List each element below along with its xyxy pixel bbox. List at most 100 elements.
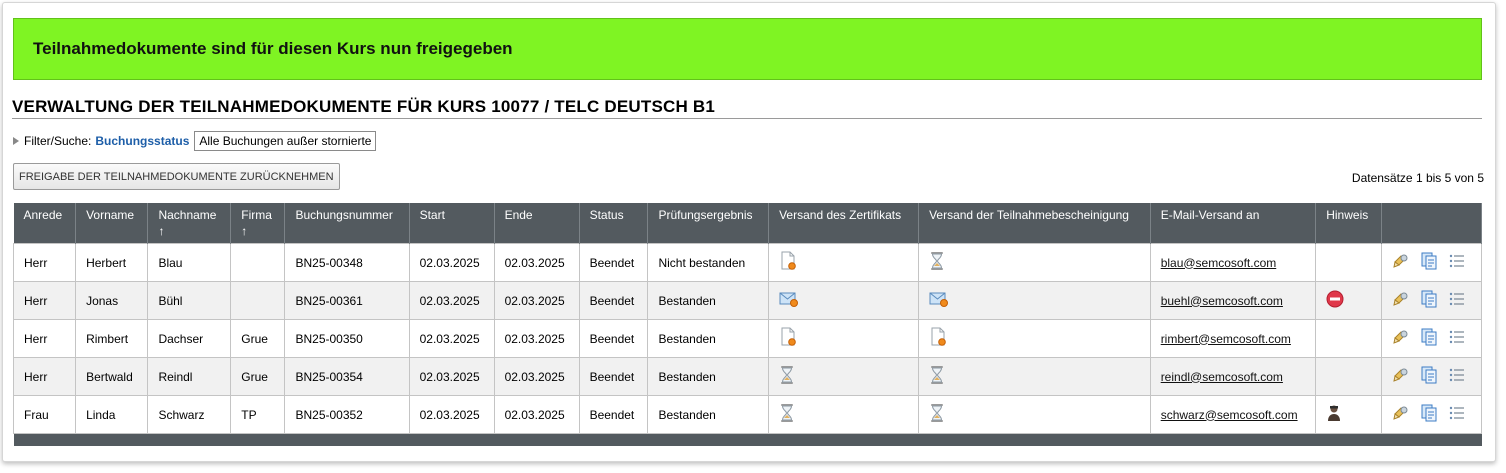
cell-note [1315, 357, 1383, 396]
email-link[interactable]: reindl@semcosoft.com [1161, 370, 1283, 384]
email-link[interactable]: buehl@semcosoft.com [1161, 294, 1283, 308]
cell-ergebnis: Nicht bestanden [647, 243, 770, 282]
column-header-11[interactable]: E-Mail-Versand an [1150, 203, 1317, 244]
copy-document-icon[interactable] [1420, 252, 1438, 273]
column-header-1[interactable]: Vorname [75, 203, 149, 244]
column-header-12[interactable]: Hinweis [1315, 203, 1383, 244]
cell-vorname: Linda [75, 395, 149, 434]
list-icon[interactable] [1448, 252, 1466, 273]
cell-anrede: Frau [12, 395, 77, 434]
cell-nachname: Dachser [147, 319, 232, 358]
hourglass-icon[interactable] [779, 403, 795, 426]
cell-nachname: Bühl [147, 281, 232, 320]
column-header-4[interactable]: Buchungsnummer [284, 203, 410, 244]
cell-start: 02.03.2025 [408, 281, 495, 320]
edit-icon[interactable] [1392, 366, 1410, 387]
stop-icon[interactable] [1326, 290, 1344, 311]
hourglass-icon[interactable] [929, 365, 945, 388]
cell-note [1315, 281, 1383, 320]
column-header-13 [1381, 203, 1482, 244]
cell-note [1315, 395, 1383, 434]
banner-text: Teilnahmedokumente sind für diesen Kurs … [33, 39, 513, 58]
email-link[interactable]: rimbert@semcosoft.com [1161, 332, 1291, 346]
cell-email: schwarz@semcosoft.com [1149, 395, 1317, 434]
column-header-2[interactable]: Nachname ↑ [147, 203, 232, 244]
cell-ergebnis: Bestanden [647, 319, 770, 358]
hourglass-icon[interactable] [929, 251, 945, 274]
cell-note [1315, 243, 1383, 282]
cell-vorname: Jonas [75, 281, 149, 320]
copy-document-icon[interactable] [1420, 328, 1438, 349]
cell-ergebnis: Bestanden [647, 357, 770, 396]
sort-arrow-icon[interactable]: ↑ [158, 224, 220, 238]
mail-sent-icon[interactable] [779, 290, 799, 311]
table-header-row: Anrede Vorname Nachname ↑ Firma ↑ Buchungsnumm… [13, 203, 1482, 244]
document-pending-icon[interactable] [779, 327, 797, 350]
cell-status: Beendet [578, 281, 649, 320]
copy-document-icon[interactable] [1420, 290, 1438, 311]
person-icon[interactable] [1326, 404, 1342, 425]
cell-firma: Grue [230, 357, 286, 396]
email-link[interactable]: schwarz@semcosoft.com [1161, 408, 1298, 422]
hourglass-icon[interactable] [929, 403, 945, 426]
release-notice-banner: Teilnahmedokumente sind für diesen Kurs … [13, 18, 1482, 80]
cell-note [1315, 319, 1383, 358]
cell-actions [1381, 395, 1482, 434]
cell-certificate-dispatch [768, 357, 920, 396]
table-row: Frau Linda Schwarz TP BN25-00352 02.03.2025 02… [12, 395, 1482, 434]
cell-status: Beendet [578, 243, 649, 282]
column-header-9[interactable]: Versand des Zertifikats [768, 203, 920, 244]
column-header-7[interactable]: Status [579, 203, 649, 244]
table-row: Herr Rimbert Dachser Grue BN25-00350 02.03.20… [12, 319, 1482, 358]
cell-firma: TP [230, 395, 286, 434]
copy-document-icon[interactable] [1420, 404, 1438, 425]
column-header-label: Vorname [86, 208, 135, 222]
edit-icon[interactable] [1392, 404, 1410, 425]
table-footer-bar [13, 433, 1482, 446]
cell-nachname: Reindl [147, 357, 232, 396]
mail-sent-icon[interactable] [929, 290, 949, 311]
column-header-0[interactable]: Anrede [13, 203, 77, 244]
cell-firma [230, 281, 286, 320]
document-pending-icon[interactable] [779, 251, 797, 274]
table-row: Herr Jonas Bühl BN25-00361 02.03.2025 02.03.2… [12, 281, 1482, 320]
column-header-5[interactable]: Start [409, 203, 495, 244]
column-header-label: Status [589, 208, 624, 222]
column-header-8[interactable]: Prüfungsergebnis [647, 203, 770, 244]
edit-icon[interactable] [1392, 252, 1410, 273]
copy-document-icon[interactable] [1420, 366, 1438, 387]
cell-status: Beendet [578, 319, 649, 358]
cell-start: 02.03.2025 [408, 395, 495, 434]
cell-start: 02.03.2025 [408, 243, 495, 282]
list-icon[interactable] [1448, 404, 1466, 425]
records-info: Datensätze 1 bis 5 von 5 [1351, 171, 1484, 185]
cell-vorname: Bertwald [75, 357, 149, 396]
filter-key-link[interactable]: Buchungsstatus [95, 134, 189, 148]
column-header-3[interactable]: Firma ↑ [230, 203, 286, 244]
filter-value-box[interactable]: Alle Buchungen außer stornierte [194, 131, 377, 151]
cell-ende: 02.03.2025 [493, 357, 580, 396]
cell-actions [1381, 281, 1482, 320]
expand-triangle-icon[interactable] [13, 137, 19, 145]
cell-status: Beendet [578, 395, 649, 434]
list-icon[interactable] [1448, 366, 1466, 387]
document-pending-icon[interactable] [929, 327, 947, 350]
cell-buchungsnummer: BN25-00361 [284, 281, 410, 320]
list-icon[interactable] [1448, 290, 1466, 311]
cell-anrede: Herr [12, 281, 77, 320]
cell-email: buehl@semcosoft.com [1149, 281, 1317, 320]
edit-icon[interactable] [1392, 328, 1410, 349]
column-header-10[interactable]: Versand der Teilnahmebescheinigung [918, 203, 1151, 244]
sort-arrow-icon[interactable]: ↑ [241, 224, 274, 238]
cell-certificate-dispatch [768, 281, 920, 320]
cell-start: 02.03.2025 [408, 357, 495, 396]
edit-icon[interactable] [1392, 290, 1410, 311]
cell-ende: 02.03.2025 [493, 319, 580, 358]
revoke-release-button[interactable]: FREIGABE DER TEILNAHMEDOKUMENTE ZURÜCKNE… [13, 163, 340, 190]
email-link[interactable]: blau@semcosoft.com [1161, 256, 1277, 270]
column-header-6[interactable]: Ende [494, 203, 580, 244]
hourglass-icon[interactable] [779, 365, 795, 388]
list-icon[interactable] [1448, 328, 1466, 349]
column-header-label: Hinweis [1326, 208, 1369, 222]
cell-attendance-dispatch [918, 357, 1151, 396]
